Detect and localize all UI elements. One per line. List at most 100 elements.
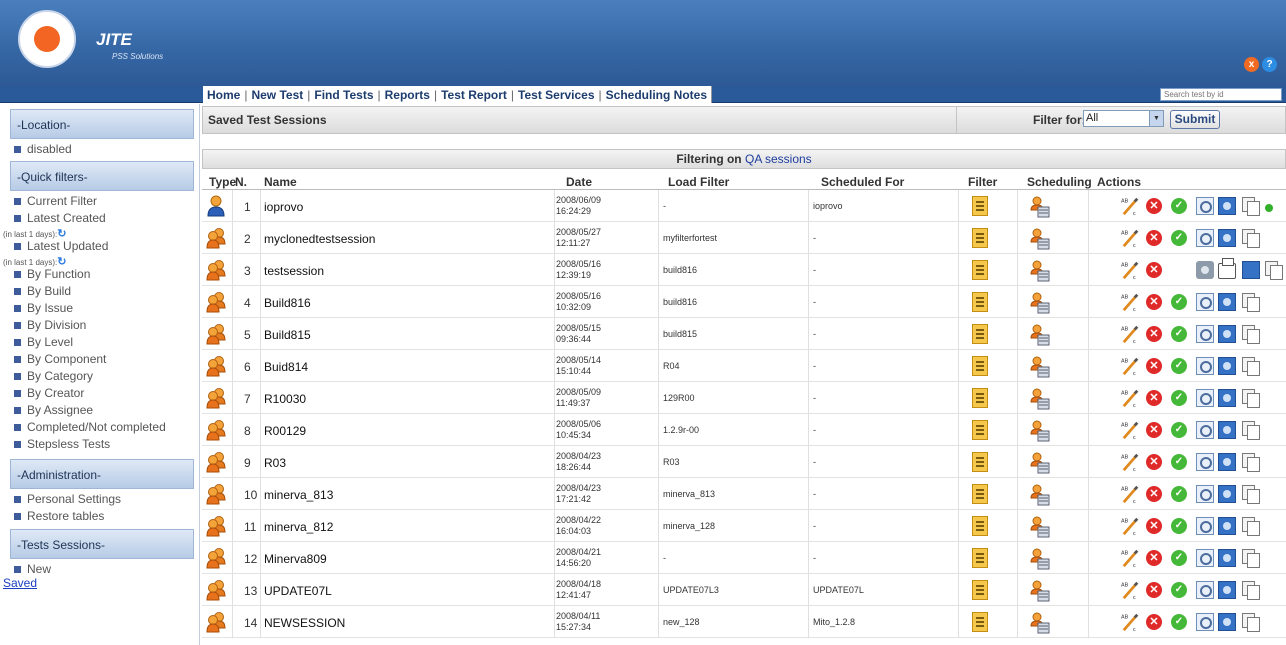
session-name[interactable]: R03	[264, 456, 286, 470]
sidebar-item-by-function[interactable]: By Function	[0, 268, 199, 281]
copy-icon[interactable]	[1242, 453, 1260, 472]
filter-icon[interactable]	[972, 228, 988, 248]
delete-icon[interactable]: ✕	[1146, 230, 1162, 246]
open-session-icon[interactable]	[1218, 325, 1236, 343]
delete-icon[interactable]: ✕	[1146, 582, 1162, 598]
search-input[interactable]	[1160, 88, 1282, 101]
delete-icon[interactable]: ✕	[1146, 390, 1162, 406]
edit-icon[interactable]: AB c	[1121, 260, 1141, 280]
check-icon[interactable]: ✓	[1171, 294, 1187, 310]
check-icon[interactable]: ✓	[1171, 582, 1187, 598]
scheduling-icon[interactable]	[1030, 260, 1050, 282]
view-icon[interactable]	[1196, 549, 1214, 567]
edit-icon[interactable]: AB c	[1121, 356, 1141, 376]
copy-icon[interactable]	[1265, 261, 1283, 280]
filter-icon[interactable]	[972, 420, 988, 440]
sidebar-item-latest-created[interactable]: Latest Created	[0, 212, 199, 225]
sidebar-item-latest-updated[interactable]: Latest Updated	[0, 240, 199, 253]
sidebar-item-by-level[interactable]: By Level	[0, 336, 199, 349]
open-session-icon[interactable]	[1218, 453, 1236, 471]
open-session-icon[interactable]	[1218, 549, 1236, 567]
open-session-icon[interactable]	[1218, 517, 1236, 535]
view-icon[interactable]	[1196, 581, 1214, 599]
open-session-icon[interactable]	[1242, 261, 1260, 279]
view-icon[interactable]	[1196, 197, 1214, 215]
scheduling-icon[interactable]	[1030, 580, 1050, 602]
copy-icon[interactable]	[1242, 197, 1260, 216]
edit-icon[interactable]: AB c	[1121, 484, 1141, 504]
delete-icon[interactable]: ✕	[1146, 294, 1162, 310]
check-icon[interactable]: ✓	[1171, 198, 1187, 214]
scheduling-icon[interactable]	[1030, 196, 1050, 218]
refresh-icon[interactable]: ↻	[57, 229, 66, 240]
sidebar-item-by-build[interactable]: By Build	[0, 285, 199, 298]
open-session-icon[interactable]	[1218, 197, 1236, 215]
view-icon[interactable]	[1196, 229, 1214, 247]
copy-icon[interactable]	[1242, 325, 1260, 344]
filter-icon[interactable]	[972, 324, 988, 344]
edit-icon[interactable]: AB c	[1121, 292, 1141, 312]
session-name[interactable]: R10030	[264, 392, 306, 406]
sidebar-item-by-component[interactable]: By Component	[0, 353, 199, 366]
check-icon[interactable]: ✓	[1171, 230, 1187, 246]
edit-icon[interactable]: AB c	[1121, 196, 1141, 216]
filter-icon[interactable]	[972, 388, 988, 408]
filter-icon[interactable]	[972, 484, 988, 504]
scheduling-icon[interactable]	[1030, 484, 1050, 506]
sidebar-item-stepsless-tests[interactable]: Stepsless Tests	[0, 438, 199, 451]
copy-icon[interactable]	[1242, 421, 1260, 440]
copy-icon[interactable]	[1242, 549, 1260, 568]
open-session-icon[interactable]	[1218, 581, 1236, 599]
edit-icon[interactable]: AB c	[1121, 420, 1141, 440]
filter-icon[interactable]	[972, 452, 988, 472]
copy-icon[interactable]	[1242, 485, 1260, 504]
filter-icon[interactable]	[972, 260, 988, 280]
check-icon[interactable]: ✓	[1171, 614, 1187, 630]
open-session-icon[interactable]	[1218, 389, 1236, 407]
open-session-icon[interactable]	[1218, 357, 1236, 375]
print-icon[interactable]	[1218, 258, 1236, 279]
view-icon[interactable]	[1196, 421, 1214, 439]
view-icon[interactable]	[1196, 389, 1214, 407]
submit-button[interactable]: Submit	[1170, 110, 1220, 129]
sidebar-item-by-creator[interactable]: By Creator	[0, 387, 199, 400]
open-session-icon[interactable]	[1218, 421, 1236, 439]
nav-item-find-tests[interactable]: Find Tests	[314, 88, 373, 102]
help-icon[interactable]: ?	[1262, 57, 1277, 72]
delete-icon[interactable]: ✕	[1146, 550, 1162, 566]
view-icon[interactable]	[1196, 293, 1214, 311]
check-icon[interactable]: ✓	[1171, 518, 1187, 534]
nav-item-reports[interactable]: Reports	[385, 88, 430, 102]
nav-item-home[interactable]: Home	[207, 88, 240, 102]
session-name[interactable]: minerva_812	[264, 520, 333, 534]
session-name[interactable]: minerva_813	[264, 488, 333, 502]
copy-icon[interactable]	[1242, 293, 1260, 312]
sidebar-item-personal-settings[interactable]: Personal Settings	[0, 493, 199, 506]
check-icon[interactable]: ✓	[1171, 454, 1187, 470]
copy-icon[interactable]	[1242, 581, 1260, 600]
scheduling-icon[interactable]	[1030, 452, 1050, 474]
session-name[interactable]: Build815	[264, 328, 311, 342]
check-icon[interactable]: ✓	[1171, 326, 1187, 342]
check-icon[interactable]: ✓	[1171, 486, 1187, 502]
delete-icon[interactable]: ✕	[1146, 326, 1162, 342]
session-name[interactable]: Build816	[264, 296, 311, 310]
copy-icon[interactable]	[1242, 613, 1260, 632]
filter-icon[interactable]	[972, 548, 988, 568]
delete-icon[interactable]: ✕	[1146, 198, 1162, 214]
nav-item-scheduling-notes[interactable]: Scheduling Notes	[606, 88, 707, 102]
filter-icon[interactable]	[972, 516, 988, 536]
scheduling-icon[interactable]	[1030, 612, 1050, 634]
open-session-icon[interactable]	[1218, 293, 1236, 311]
edit-icon[interactable]: AB c	[1121, 452, 1141, 472]
scheduling-icon[interactable]	[1030, 388, 1050, 410]
nav-item-new-test[interactable]: New Test	[251, 88, 303, 102]
view-icon[interactable]	[1196, 325, 1214, 343]
check-icon[interactable]: ✓	[1171, 358, 1187, 374]
nav-item-test-report[interactable]: Test Report	[441, 88, 507, 102]
view-icon[interactable]	[1196, 357, 1214, 375]
refresh-icon[interactable]: ↻	[57, 257, 66, 268]
copy-icon[interactable]	[1242, 517, 1260, 536]
filter-icon[interactable]	[972, 356, 988, 376]
edit-icon[interactable]: AB c	[1121, 324, 1141, 344]
